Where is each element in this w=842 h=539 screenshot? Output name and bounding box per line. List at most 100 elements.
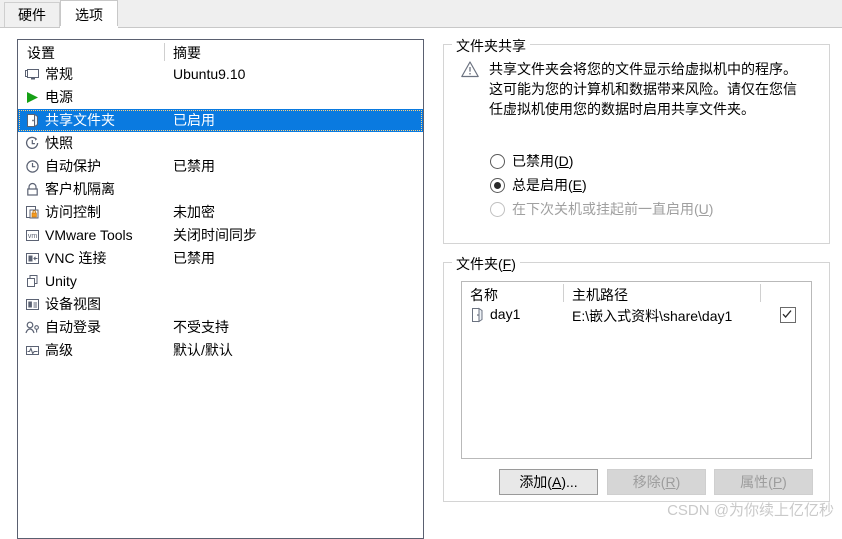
- folder-sharing-groupbox: 文件夹共享 共享文件夹会将您的文件显示给虚拟机中的程序。这可能为您的计算机和数据…: [443, 36, 830, 244]
- remove-button-accel: R: [665, 474, 676, 490]
- radio-always-accel: E: [572, 177, 583, 193]
- radio-disabled-label: 已禁用(: [512, 153, 559, 169]
- remove-button-tail: ): [675, 474, 681, 490]
- settings-row-general[interactable]: 常规 Ubuntu9.10: [18, 63, 423, 86]
- settings-row-label: 客户机隔离: [45, 181, 115, 197]
- add-button-tail: )...: [561, 474, 578, 490]
- settings-row-label: 自动登录: [45, 319, 101, 335]
- settings-list-header: 设置 摘要: [18, 40, 423, 63]
- settings-row-guest-isolation[interactable]: 客户机隔离: [18, 178, 423, 201]
- settings-row-summary: 已启用: [173, 112, 215, 128]
- settings-row-vnc[interactable]: VNC 连接 已禁用: [18, 247, 423, 270]
- tab-hardware[interactable]: 硬件: [4, 2, 60, 27]
- column-header-setting: 设置: [27, 45, 55, 61]
- warning-triangle-icon: [460, 60, 480, 79]
- settings-row-access-control[interactable]: 访问控制 未加密: [18, 201, 423, 224]
- play-triangle-icon: [24, 89, 41, 106]
- settings-row-summary: 默认/默认: [173, 342, 233, 358]
- radio-sharing-until-shutdown: 在下次关机或挂起前一直启用(U): [490, 199, 713, 219]
- folders-col-divider-1: [563, 284, 564, 302]
- radio-mark-always: [490, 177, 505, 193]
- settings-row-label: VNC 连接: [45, 250, 107, 266]
- folders-col-name: 名称: [470, 287, 498, 303]
- settings-row-label: 快照: [45, 135, 73, 151]
- lock-icon: [24, 181, 41, 198]
- settings-row-label: 常规: [45, 66, 73, 82]
- radio-mark-until: [490, 201, 505, 217]
- settings-row-shared-folders[interactable]: 共享文件夹 已启用: [18, 109, 423, 132]
- folder-name: day1: [490, 306, 521, 322]
- radio-until-accel: U: [698, 201, 709, 217]
- radio-sharing-disabled[interactable]: 已禁用(D): [490, 151, 573, 171]
- remove-folder-button: 移除(R): [607, 469, 706, 495]
- auto-login-icon: [24, 319, 41, 336]
- radio-until-label: 在下次关机或挂起前一直启用(: [512, 201, 699, 217]
- settings-row-label: 自动保护: [45, 158, 101, 174]
- settings-row-summary: 不受支持: [173, 319, 229, 335]
- settings-row-label: Unity: [45, 273, 77, 289]
- properties-button-tail: ): [782, 474, 787, 490]
- settings-row-advanced[interactable]: 高级 默认/默认: [18, 339, 423, 362]
- settings-row-label: 访问控制: [45, 204, 101, 220]
- table-row[interactable]: day1 E:\嵌入式资料\share\day1: [462, 304, 811, 326]
- folders-col-host-path: 主机路径: [572, 287, 628, 303]
- shared-folder-icon: [24, 112, 41, 129]
- radio-until-tail: ): [708, 201, 714, 217]
- watermark: CSDN @为你续上亿亿秒: [667, 502, 834, 519]
- autoprotect-clock-icon: [24, 158, 41, 175]
- shared-folder-icon: [470, 307, 485, 323]
- tab-active-underlap: [60, 26, 118, 28]
- settings-row-summary: 关闭时间同步: [173, 227, 257, 243]
- settings-row-device-view[interactable]: 设备视图: [18, 293, 423, 316]
- settings-row-label: VMware Tools: [45, 227, 133, 243]
- settings-row-auto-login[interactable]: 自动登录 不受支持: [18, 316, 423, 339]
- tab-options[interactable]: 选项: [60, 0, 118, 28]
- properties-button-label: 属性(: [740, 474, 773, 490]
- tab-options-label: 选项: [75, 6, 103, 23]
- folder-sharing-legend: 文件夹共享: [452, 36, 530, 56]
- add-button-label: 添加(: [519, 474, 552, 490]
- settings-row-snapshot[interactable]: 快照: [18, 132, 423, 155]
- folders-table[interactable]: 名称 主机路径 day1 E:\嵌入式资料\share\day1: [461, 281, 812, 459]
- folders-legend-text: 文件夹(: [456, 256, 503, 272]
- radio-sharing-always-enabled[interactable]: 总是启用(E): [490, 175, 587, 195]
- sharing-warning-text: 共享文件夹会将您的文件显示给虚拟机中的程序。这可能为您的计算机和数据带来风险。请…: [489, 61, 797, 117]
- settings-row-label: 共享文件夹: [45, 112, 115, 128]
- add-button-accel: A: [551, 474, 562, 490]
- settings-row-label: 设备视图: [45, 296, 101, 312]
- settings-row-label: 电源: [45, 89, 73, 105]
- folders-table-header: 名称 主机路径: [462, 282, 811, 304]
- column-divider: [164, 43, 165, 61]
- radio-mark-disabled: [490, 153, 505, 169]
- properties-button-accel: P: [772, 474, 783, 490]
- folders-legend-accel: F: [502, 256, 512, 272]
- folders-groupbox: 文件夹(F) 名称 主机路径 day1 E:\嵌入式资料\share\day1 …: [443, 254, 830, 502]
- device-view-icon: [24, 296, 41, 313]
- settings-row-power[interactable]: 电源: [18, 86, 423, 109]
- radio-always-label: 总是启用(: [512, 177, 573, 193]
- add-folder-button[interactable]: 添加(A)...: [499, 469, 598, 495]
- vmware-tools-icon: vm: [24, 227, 41, 244]
- settings-row-summary: 已禁用: [173, 250, 215, 266]
- tab-strip: 硬件 选项: [0, 0, 842, 28]
- folders-legend-tail: ): [511, 256, 516, 272]
- folder-properties-button: 属性(P): [714, 469, 813, 495]
- remove-button-label: 移除(: [632, 474, 666, 490]
- tab-hardware-label: 硬件: [18, 7, 46, 23]
- column-header-summary: 摘要: [173, 45, 201, 61]
- radio-always-tail: ): [582, 177, 587, 193]
- settings-row-summary: 已禁用: [173, 158, 215, 174]
- settings-row-unity[interactable]: Unity: [18, 270, 423, 293]
- settings-list-panel[interactable]: 设置 摘要 常规 Ubuntu9.10 电源 共享文件夹 已启用 快照 自动保护…: [17, 39, 424, 539]
- settings-row-vmware-tools[interactable]: vm VMware Tools 关闭时间同步: [18, 224, 423, 247]
- folder-enabled-checkbox[interactable]: [780, 307, 796, 323]
- unity-icon: [24, 273, 41, 290]
- settings-row-autoprotect[interactable]: 自动保护 已禁用: [18, 155, 423, 178]
- folders-legend: 文件夹(F): [452, 254, 520, 274]
- svg-text:vm: vm: [28, 233, 38, 240]
- radio-disabled-accel: D: [558, 153, 569, 169]
- settings-row-label: 高级: [45, 342, 73, 358]
- settings-row-summary: Ubuntu9.10: [173, 66, 246, 82]
- snapshot-clock-icon: [24, 135, 41, 152]
- radio-disabled-tail: ): [568, 153, 574, 169]
